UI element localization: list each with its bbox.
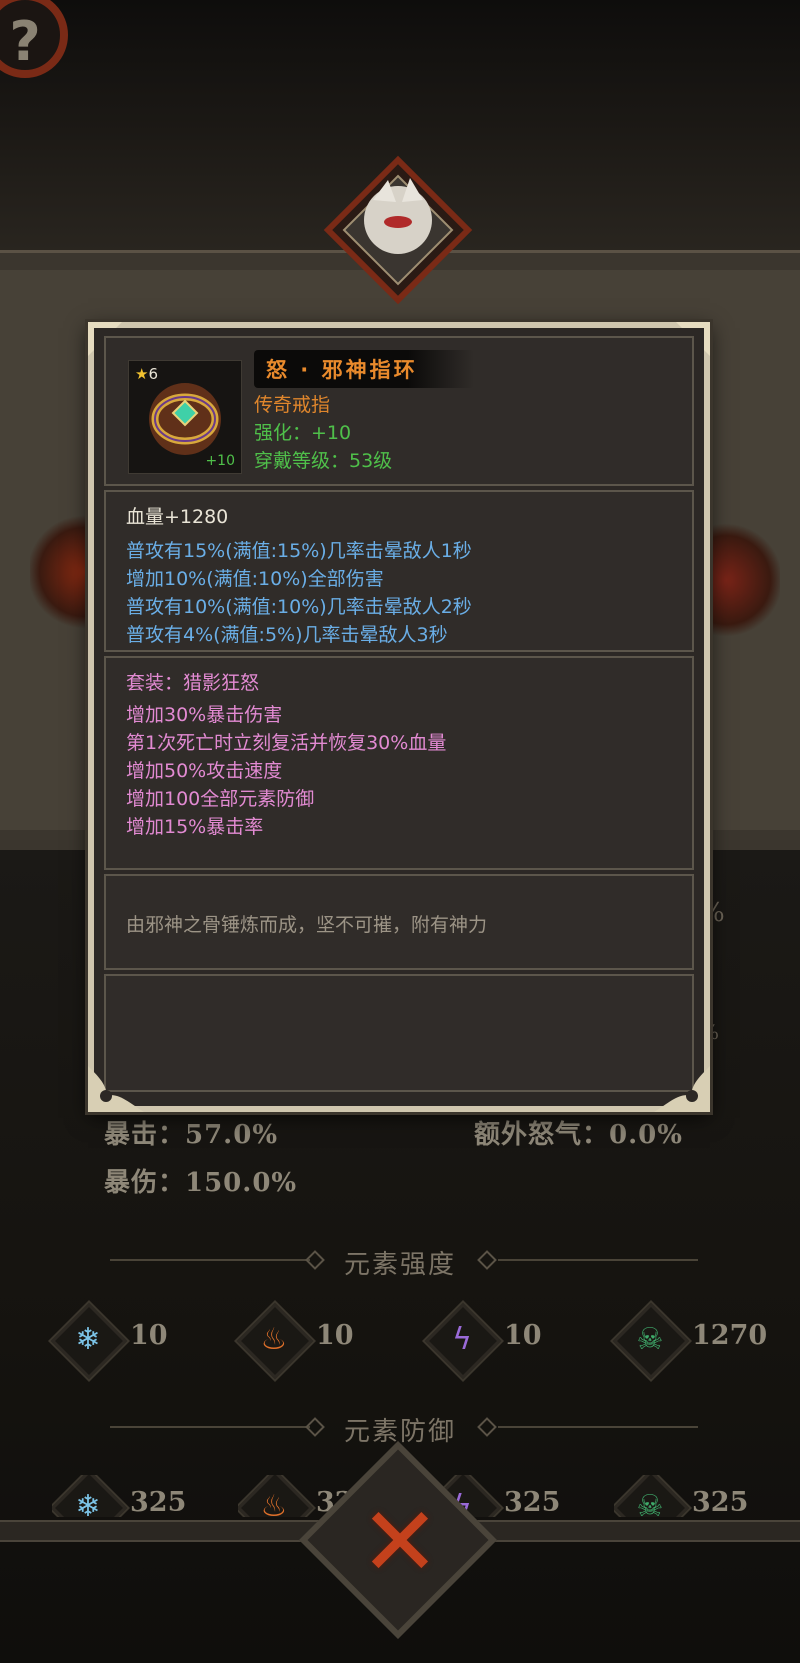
corner-ornament [676,322,710,356]
fire-strength: ♨ 10 [236,1302,438,1380]
poison-defense: ☠ 325 [614,1475,800,1517]
ice-strength-value: 10 [130,1320,168,1351]
flame-icon: ♨ [260,1322,288,1357]
lightning-strength-value: 10 [504,1320,542,1351]
flame-icon: ♨ [260,1489,288,1517]
element-strength-title: 元素强度 [343,1250,456,1280]
random-attribute: 普攻有10%(满值:10%)几率击晕敌人2秒 [126,596,472,618]
snowflake-icon: ❄ [75,1322,101,1357]
skull-icon: ☠ [636,1489,664,1517]
close-icon[interactable]: ✕ [340,1482,460,1602]
character-emblem [323,155,473,305]
description-text: 由邪神之骨锤炼而成，坚不可摧，附有神力 [126,914,488,936]
extra-rage-stat: 额外怒气：0.0% [474,1120,683,1150]
poison-defense-value: 325 [692,1487,749,1517]
item-header: ★6 +10 怒 · 邪神指环 传奇戒指 强化：+10 穿戴等级：53级 [104,336,694,486]
poison-strength: ☠ 1270 [612,1302,800,1380]
lightning-strength: ϟ 10 [424,1302,626,1380]
corner-ornament [88,322,122,356]
ice-strength: ❄ 10 [50,1302,252,1380]
snowflake-icon: ❄ [75,1489,101,1517]
item-icon-slot[interactable]: ★6 +10 [128,360,242,474]
enhance-badge: +10 [205,453,235,469]
item-wear-level: 穿戴等级：53级 [254,450,393,472]
item-type: 传奇戒指 [254,394,331,416]
lightning-icon: ϟ [452,1322,472,1357]
crit-damage-stat: 暴伤：150.0% [104,1168,298,1198]
item-name: 怒 · 邪神指环 [266,358,418,382]
poison-strength-value: 1270 [692,1320,768,1351]
ice-defense-value: 325 [130,1487,187,1517]
random-attribute: 增加10%(满值:10%)全部伤害 [126,568,384,590]
item-tooltip: ★6 +10 怒 · 邪神指环 传奇戒指 强化：+10 穿戴等级：53级 血量+… [88,322,710,1112]
item-description: 由邪神之骨锤炼而成，坚不可摧，附有神力 [104,874,694,970]
empty-section [104,974,694,1092]
set-bonus: 套装：猎影狂怒 增加30%暴击伤害 第1次死亡时立刻复活并恢复30%血量 增加5… [104,656,694,870]
ice-defense: ❄ 325 [52,1475,252,1517]
set-effect: 增加15%暴击率 [126,816,264,838]
skull-icon: ☠ [636,1322,664,1357]
set-effect: 增加50%攻击速度 [126,760,283,782]
divider [498,1426,698,1428]
set-effect: 增加30%暴击伤害 [126,704,283,726]
corner-ornament [88,1066,144,1112]
crit-stat: 暴击：57.0% [104,1120,279,1150]
lightning-defense-value: 325 [504,1487,561,1517]
divider [498,1259,698,1261]
item-attributes: 血量+1280 普攻有15%(满值:15%)几率击晕敌人1秒 增加10%(满值:… [104,490,694,652]
random-attribute: 普攻有4%(满值:5%)几率击晕敌人3秒 [126,624,448,646]
base-stat: 血量+1280 [126,506,229,528]
corner-ornament [654,1066,710,1112]
set-title: 套装：猎影狂怒 [126,672,260,694]
set-effect: 增加100全部元素防御 [126,788,315,810]
set-effect: 第1次死亡时立刻复活并恢复30%血量 [126,732,447,754]
item-enhance: 强化：+10 [254,422,352,444]
fire-strength-value: 10 [316,1320,354,1351]
random-attribute: 普攻有15%(满值:15%)几率击晕敌人1秒 [126,540,472,562]
